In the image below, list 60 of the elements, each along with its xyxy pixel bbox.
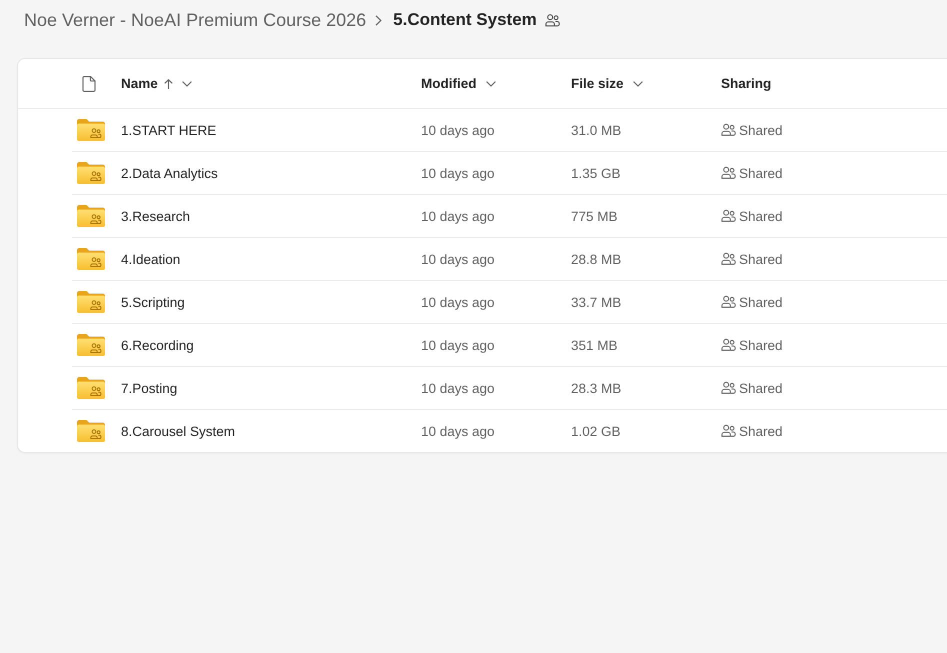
folder-name[interactable]: 1.START HERE xyxy=(121,122,216,138)
people-icon xyxy=(721,166,736,180)
shared-folder-icon xyxy=(77,205,105,227)
people-icon xyxy=(721,123,736,137)
file-size: 28.8 MB xyxy=(571,252,622,266)
sharing-status: Shared xyxy=(739,252,783,266)
breadcrumb-link[interactable]: Noe Verner - NoeAI Premium Course 2026 xyxy=(24,10,366,30)
people-icon xyxy=(721,209,736,223)
file-size: 1.35 GB xyxy=(571,166,621,180)
chevron-right-icon xyxy=(375,14,382,26)
sharing-status: Shared xyxy=(739,424,783,438)
shared-folder-icon xyxy=(77,291,105,313)
shared-folder-icon xyxy=(77,162,105,184)
shared-folder-icon xyxy=(77,248,105,270)
people-icon xyxy=(721,295,736,309)
file-size: 351 MB xyxy=(571,338,618,352)
folder-name[interactable]: 7.Posting xyxy=(121,380,178,396)
modified-date: 10 days ago xyxy=(421,338,495,352)
folder-name[interactable]: 6.Recording xyxy=(121,338,194,352)
sharing-status: Shared xyxy=(739,380,783,396)
people-icon xyxy=(721,424,736,438)
file-size: 28.3 MB xyxy=(571,380,622,396)
shared-folder-icon xyxy=(77,119,105,141)
chevron-down-icon xyxy=(182,80,192,86)
chevron-down-icon xyxy=(486,80,496,86)
sharing-status: Shared xyxy=(739,166,783,180)
folder-name[interactable]: 4.Ideation xyxy=(121,252,180,266)
modified-date: 10 days ago xyxy=(421,208,495,224)
file-size: 1.02 GB xyxy=(571,424,621,438)
folder-name[interactable]: 5.Scripting xyxy=(121,294,185,310)
people-icon xyxy=(721,338,736,352)
shared-folder-icon xyxy=(77,334,105,356)
chevron-down-icon xyxy=(632,80,643,86)
folder-name[interactable]: 2.Data Analytics xyxy=(121,166,218,180)
file-size: 33.7 MB xyxy=(571,294,622,310)
column-header[interactable]: File size xyxy=(571,76,643,91)
modified-date: 10 days ago xyxy=(421,424,495,438)
people-icon xyxy=(544,12,560,28)
folder-name[interactable]: 3.Research xyxy=(121,208,190,224)
shared-folder-icon xyxy=(77,377,105,399)
column-header[interactable]: Modified xyxy=(421,76,496,91)
column-header[interactable]: Name xyxy=(121,76,192,91)
shared-folder-icon xyxy=(77,420,105,442)
file-size: 31.0 MB xyxy=(571,122,622,138)
file-size: 775 MB xyxy=(571,208,618,224)
people-icon xyxy=(721,381,736,395)
current-folder-title[interactable]: 5.Content System xyxy=(393,10,537,30)
column-header[interactable]: Sharing xyxy=(721,76,772,91)
modified-date: 10 days ago xyxy=(421,166,495,180)
folder-name[interactable]: 8.Carousel System xyxy=(121,424,236,438)
modified-date: 10 days ago xyxy=(421,294,495,310)
sharing-status: Shared xyxy=(739,208,783,224)
sharing-status: Shared xyxy=(739,338,783,352)
people-icon xyxy=(721,252,736,266)
modified-date: 10 days ago xyxy=(421,380,495,396)
modified-date: 10 days ago xyxy=(421,122,495,138)
sharing-status: Shared xyxy=(739,294,783,310)
document-icon xyxy=(82,76,96,92)
sharing-status: Shared xyxy=(739,122,783,138)
modified-date: 10 days ago xyxy=(421,252,495,266)
